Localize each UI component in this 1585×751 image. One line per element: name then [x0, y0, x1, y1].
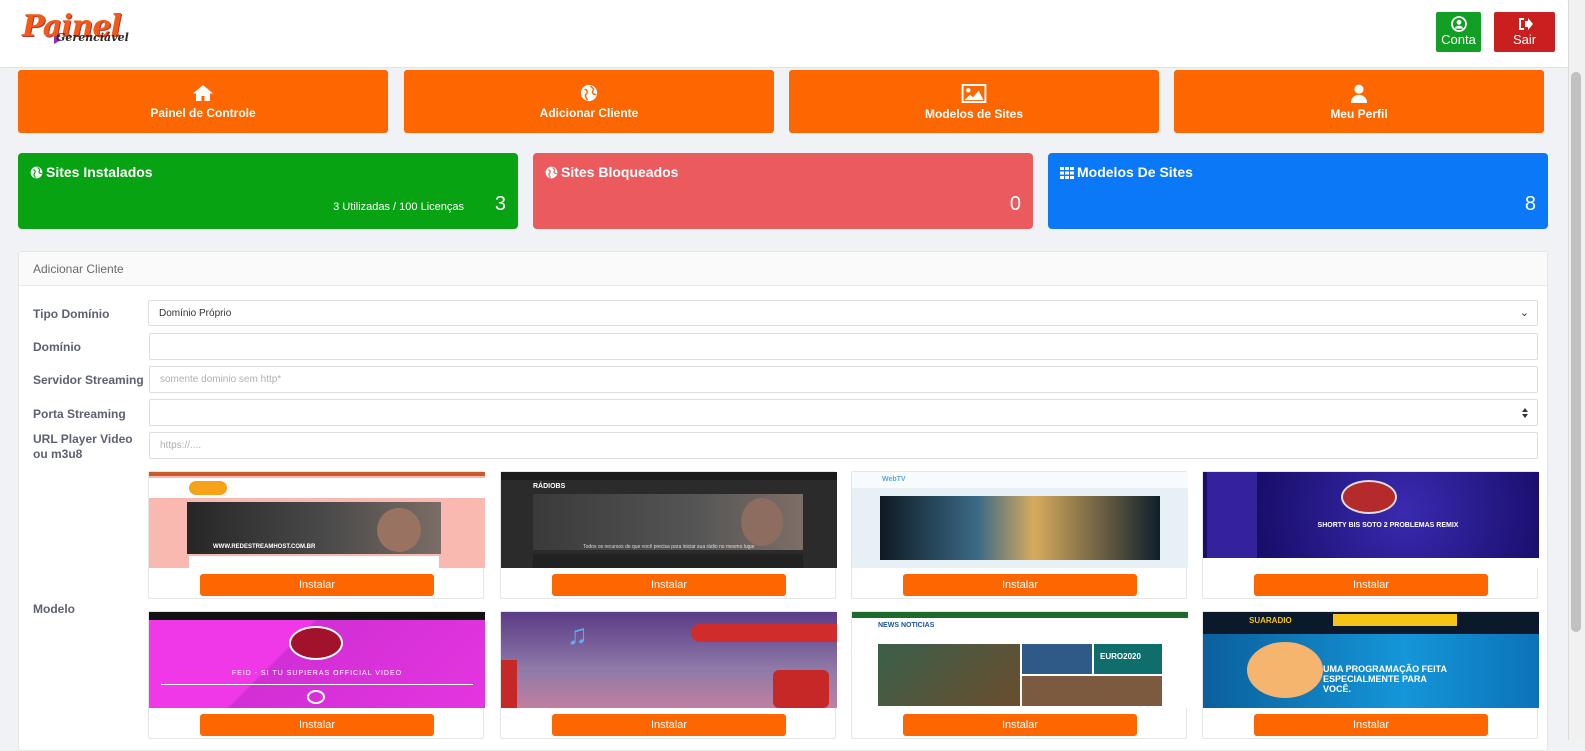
top-bar: Painel Gerenciável Conta Sair [0, 0, 1568, 68]
globe-icon [30, 166, 43, 179]
nav-dashboard-label: Painel de Controle [150, 106, 256, 120]
porta-streaming-label: Porta Streaming [33, 407, 126, 421]
chevron-down-icon: ⌄ [1519, 307, 1529, 319]
stat-blocked-sites: Sites Bloqueados 0 [533, 153, 1033, 229]
nav-add-client-button[interactable]: Adicionar Cliente [404, 70, 774, 133]
globe-icon [580, 84, 598, 102]
model-preview-news: NEWS NOTICIAS EURO2020 [852, 612, 1188, 708]
stat-installed-title-row: Sites Instalados [30, 164, 153, 180]
nav-add-client-label: Adicionar Cliente [539, 106, 639, 120]
install-button[interactable]: Instalar [552, 574, 786, 596]
nav-profile-label: Meu Perfil [1330, 107, 1388, 121]
scrollbar-thumb[interactable] [1571, 72, 1581, 632]
model-caption-text: Todos os recursos de que você precisa pa… [583, 544, 755, 550]
sign-out-icon [1518, 18, 1533, 30]
model-caption-text: UMA PROGRAMAÇÃO FEITA ESPECIALMENTE PARA… [1323, 664, 1447, 694]
stat-blocked-value: 0 [1009, 193, 1021, 215]
install-button[interactable]: Instalar [903, 574, 1137, 596]
nav-site-models-label: Modelos de Sites [924, 107, 1024, 121]
model-card[interactable]: WWW.REDESTREAMHOST.COM.BR Instalar [148, 471, 485, 599]
servidor-streaming-label: Servidor Streaming [33, 373, 144, 387]
install-button[interactable]: Instalar [200, 574, 434, 596]
model-banner-text: WWW.REDESTREAMHOST.COM.BR [213, 544, 316, 550]
dominio-input[interactable] [149, 333, 1538, 360]
url-player-input[interactable]: https://.... [149, 432, 1538, 459]
add-client-panel: Adicionar Cliente Tipo Domínio Domínio P… [18, 251, 1548, 751]
model-preview-violet-music: ♫ [501, 612, 837, 708]
logo-sub-text: Gerenciável [56, 31, 129, 44]
account-button[interactable]: Conta [1436, 12, 1481, 52]
image-icon [961, 84, 987, 103]
stat-installed-sites: Sites Instalados 3 Utilizadas / 100 Lice… [18, 153, 518, 229]
account-label: Conta [1441, 32, 1476, 47]
model-preview-blue-radio: SUARADIO UMA PROGRAMAÇÃO FEITA ESPECIALM… [1203, 612, 1539, 708]
install-button[interactable]: Instalar [903, 714, 1137, 736]
stat-blocked-title-row: Sites Bloqueados [545, 164, 678, 180]
model-card[interactable]: RÁDIOBS Todos os recursos de que você pr… [500, 471, 837, 599]
tipo-dominio-select[interactable]: Domínio Próprio ⌄ [148, 300, 1538, 326]
model-card[interactable]: SUARADIO UMA PROGRAMAÇÃO FEITA ESPECIALM… [1202, 611, 1539, 739]
panel-title: Adicionar Cliente [19, 252, 1547, 286]
tipo-dominio-label: Tipo Domínio [33, 307, 110, 321]
stat-blocked-title: Sites Bloqueados [561, 164, 679, 180]
nav-dashboard-button[interactable]: Painel de Controle [18, 70, 388, 133]
model-card[interactable]: FEID - SI TU SUPIERAS OFFICIAL VIDEO Ins… [148, 611, 485, 739]
model-card[interactable]: WebTV Instalar [851, 471, 1188, 599]
install-button[interactable]: Instalar [1254, 574, 1488, 596]
nav-profile-button[interactable]: Meu Perfil [1174, 70, 1544, 133]
nav-site-models-button[interactable]: Modelos de Sites [789, 70, 1159, 133]
model-brand-text: WebTV [882, 476, 906, 483]
user-circle-icon [1450, 16, 1467, 32]
logo[interactable]: Painel Gerenciável [22, 12, 172, 48]
install-button[interactable]: Instalar [552, 714, 786, 736]
user-icon [1350, 84, 1368, 103]
model-brand-text: RÁDIOBS [533, 483, 566, 490]
spinner-arrows-icon [1522, 408, 1528, 418]
grid-icon [1060, 167, 1074, 179]
stat-installed-subtitle: 3 Utilizadas / 100 Licenças [333, 201, 464, 213]
globe-icon [545, 166, 558, 179]
dominio-label: Domínio [33, 340, 81, 354]
install-button[interactable]: Instalar [200, 714, 434, 736]
model-brand-text: SUARADIO [1249, 616, 1292, 625]
model-preview-dark-radio: RÁDIOBS Todos os recursos de que você pr… [501, 472, 837, 568]
model-preview-pink-radio: WWW.REDESTREAMHOST.COM.BR [149, 472, 485, 568]
servidor-streaming-input[interactable]: somente dominio sem http* [149, 366, 1538, 393]
stat-installed-title: Sites Instalados [46, 164, 153, 180]
model-preview-webtv: WebTV [852, 472, 1188, 568]
logout-label: Sair [1512, 32, 1537, 47]
logout-button[interactable]: Sair [1494, 12, 1555, 52]
install-button[interactable]: Instalar [1254, 714, 1488, 736]
model-preview-purple-space: SHORTY BIS SOTO 2 PROBLEMAS REMIX [1203, 472, 1539, 568]
model-preview-magenta: FEID - SI TU SUPIERAS OFFICIAL VIDEO [149, 612, 485, 708]
model-card[interactable]: SHORTY BIS SOTO 2 PROBLEMAS REMIX Instal… [1202, 471, 1539, 599]
model-brand-text: NEWS NOTICIAS [878, 622, 935, 629]
modelo-label: Modelo [33, 602, 75, 616]
porta-streaming-input[interactable] [149, 399, 1538, 426]
home-icon [193, 85, 213, 101]
tipo-dominio-value: Domínio Próprio [159, 308, 232, 319]
model-card[interactable]: NEWS NOTICIAS EURO2020 Instalar [851, 611, 1188, 739]
model-card[interactable]: ♫ Instalar [500, 611, 837, 739]
url-player-label: URL Player Video ou m3u8 [33, 432, 133, 461]
stat-site-models: Modelos De Sites 8 [1048, 153, 1548, 229]
model-caption-text: SHORTY BIS SOTO 2 PROBLEMAS REMIX [1317, 522, 1459, 529]
stat-installed-value: 3 [494, 193, 506, 215]
stat-models-title: Modelos De Sites [1077, 164, 1193, 180]
stat-models-title-row: Modelos De Sites [1060, 164, 1193, 180]
stat-models-value: 8 [1524, 193, 1536, 215]
music-note-icon: ♫ [567, 619, 588, 650]
model-caption-text: EURO2020 [1100, 652, 1141, 661]
model-caption-text: FEID - SI TU SUPIERAS OFFICIAL VIDEO [231, 670, 403, 677]
